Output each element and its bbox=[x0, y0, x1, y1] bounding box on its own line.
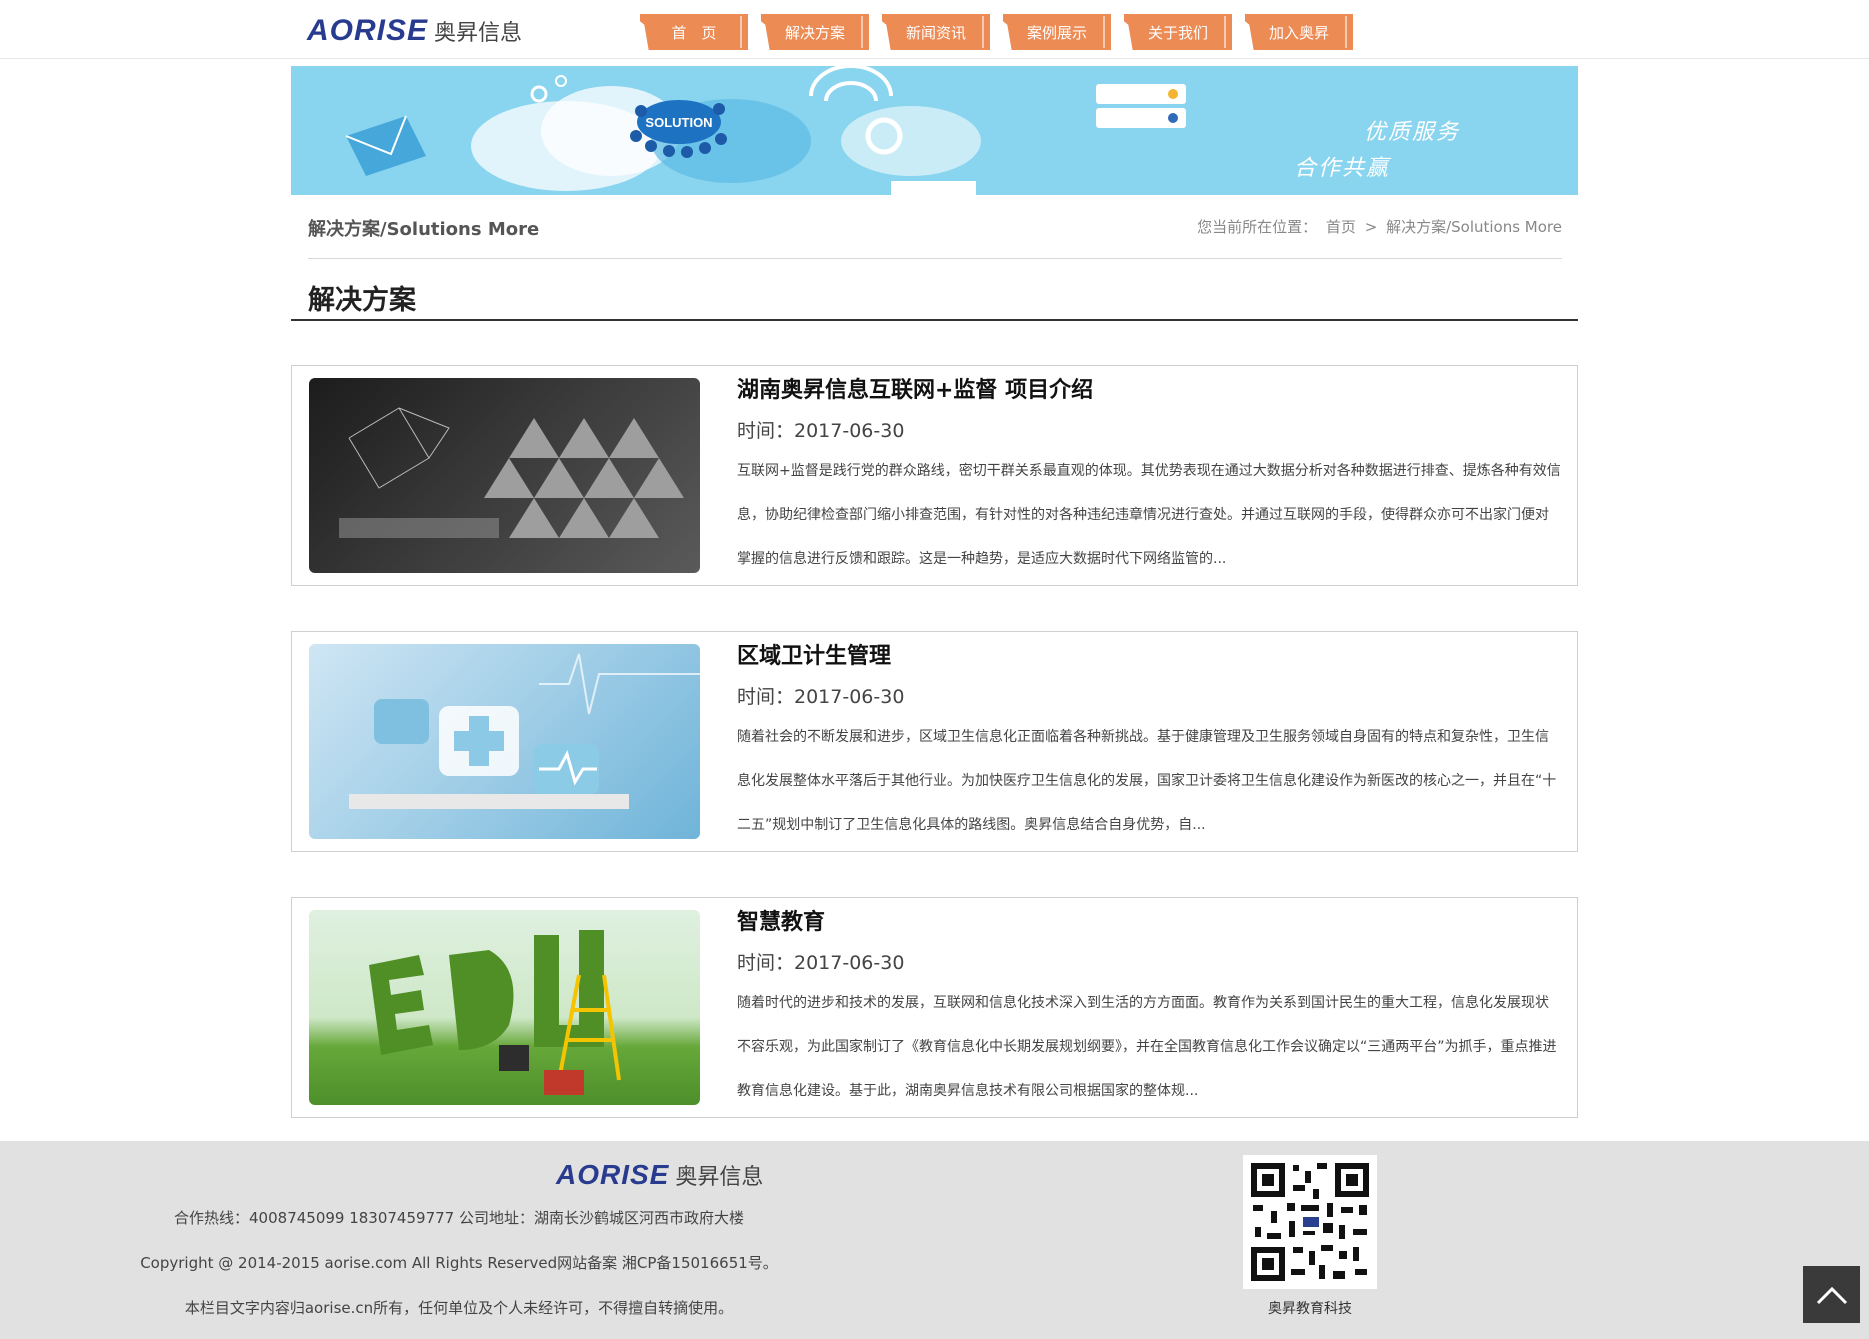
footer-logo-text-en: AORISE bbox=[556, 1159, 670, 1190]
logo-text-en: AORISE bbox=[307, 14, 429, 47]
footer-notice: 本栏目文字内容归aorise.cn所有，任何单位及个人未经许可，不得擅自转摘使用… bbox=[184, 1299, 734, 1317]
back-to-top-button[interactable] bbox=[1803, 1266, 1860, 1323]
article-title[interactable]: 智慧教育 bbox=[737, 904, 825, 936]
heading-underline bbox=[291, 319, 1578, 321]
article-date: 时间：2017-06-30 bbox=[737, 686, 905, 708]
article-card[interactable]: 湖南奥昇信息互联网+监督 项目介绍 时间：2017-06-30 互联网+监督是践… bbox=[291, 365, 1578, 586]
breadcrumb-current[interactable]: 解决方案/Solutions More bbox=[1386, 218, 1562, 236]
banner-slogan-2: 合作共赢 bbox=[1294, 156, 1391, 181]
nav-solutions[interactable]: 解决方案 bbox=[761, 14, 869, 50]
footer-contact: 合作热线：4008745099 18307459777 公司地址：湖南长沙鹤城区… bbox=[174, 1209, 744, 1227]
footer-copyright: Copyright @ 2014-2015 aorise.com All Rig… bbox=[140, 1254, 778, 1272]
article-title[interactable]: 区域卫计生管理 bbox=[737, 638, 891, 670]
breadcrumb-divider bbox=[308, 258, 1562, 259]
page-title: 解决方案 bbox=[308, 285, 416, 316]
chevron-up-icon bbox=[1816, 1286, 1847, 1304]
breadcrumb: 您当前所在位置： 首页 > 解决方案/Solutions More bbox=[1193, 216, 1562, 237]
article-thumbnail[interactable] bbox=[309, 644, 700, 839]
site-footer: AORISE 奥昇信息 合作热线：4008745099 18307459777 … bbox=[0, 1141, 1869, 1339]
article-card[interactable]: 区域卫计生管理 时间：2017-06-30 随着社会的不断发展和进步，区域卫生信… bbox=[291, 631, 1578, 852]
hero-banner: SOLUTION 优质服务 合作共赢 bbox=[291, 66, 1578, 195]
article-date: 时间：2017-06-30 bbox=[737, 420, 905, 442]
nav-about[interactable]: 关于我们 bbox=[1124, 14, 1232, 50]
breadcrumb-home-link[interactable]: 首页 bbox=[1326, 218, 1356, 236]
article-summary: 随着社会的不断发展和进步，区域卫生信息化正面临着各种新挑战。基于健康管理及卫生服… bbox=[737, 729, 1557, 833]
svg-text:SOLUTION: SOLUTION bbox=[645, 115, 712, 130]
article-title[interactable]: 湖南奥昇信息互联网+监督 项目介绍 bbox=[737, 372, 1093, 404]
nav-home[interactable]: 首 页 bbox=[640, 14, 748, 50]
nav-news[interactable]: 新闻资讯 bbox=[882, 14, 990, 50]
qr-code bbox=[1243, 1155, 1377, 1289]
logo-text-zh: 奥昇信息 bbox=[434, 21, 523, 46]
main-nav: 首 页 解决方案 新闻资讯 案例展示 关于我们 加入奥昇 bbox=[640, 14, 1366, 50]
article-thumbnail[interactable] bbox=[309, 910, 700, 1105]
article-card[interactable]: 智慧教育 时间：2017-06-30 随着时代的进步和技术的发展，互联网和信息化… bbox=[291, 897, 1578, 1118]
article-date: 时间：2017-06-30 bbox=[737, 952, 905, 974]
footer-logo-text-zh: 奥昇信息 bbox=[675, 1165, 764, 1190]
qr-label: 奥昇教育科技 bbox=[1268, 1301, 1352, 1317]
breadcrumb-separator: > bbox=[1364, 218, 1378, 236]
banner-slogan-1: 优质服务 bbox=[1364, 120, 1461, 145]
section-title: 解决方案/Solutions More bbox=[308, 219, 540, 240]
article-thumbnail[interactable] bbox=[309, 378, 700, 573]
article-summary: 随着时代的进步和技术的发展，互联网和信息化技术深入到生活的方方面面。教育作为关系… bbox=[737, 995, 1557, 1099]
footer-logo: AORISE 奥昇信息 bbox=[556, 1159, 763, 1191]
nav-cases[interactable]: 案例展示 bbox=[1003, 14, 1111, 50]
breadcrumb-prefix: 您当前所在位置： bbox=[1197, 218, 1318, 236]
site-logo[interactable]: AORISE 奥昇信息 bbox=[307, 14, 522, 48]
site-header: AORISE 奥昇信息 首 页 解决方案 新闻资讯 案例展示 关于我们 加入奥昇 bbox=[0, 0, 1869, 59]
nav-join[interactable]: 加入奥昇 bbox=[1245, 14, 1353, 50]
article-summary: 互联网+监督是践行党的群众路线，密切干群关系最直观的体现。其优势表现在通过大数据… bbox=[737, 463, 1561, 567]
